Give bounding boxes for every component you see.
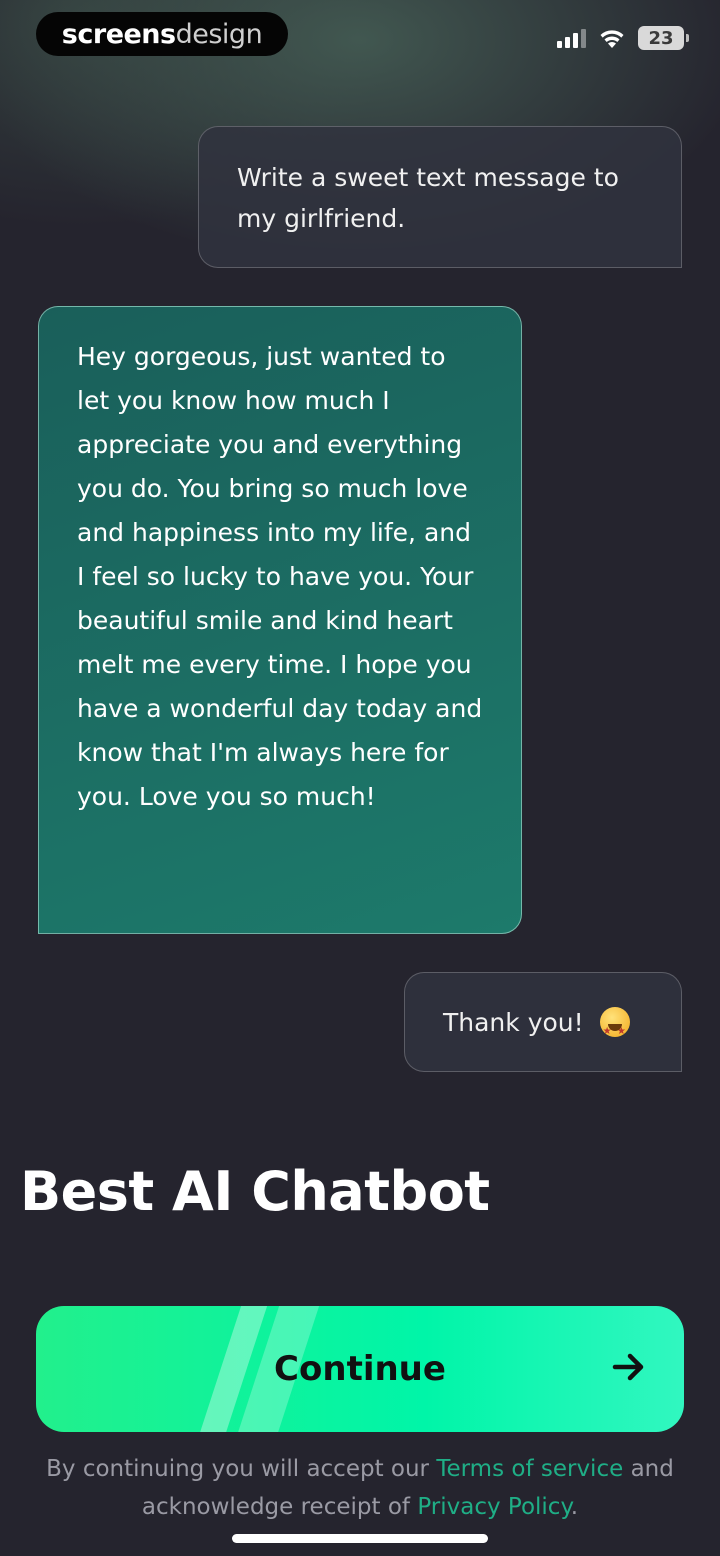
brand-text-screens: screens xyxy=(61,18,176,50)
user-message-text: Write a sweet text message to my girlfri… xyxy=(237,163,619,233)
battery-level: 23 xyxy=(648,27,674,49)
battery-icon: 23 xyxy=(638,26,689,50)
user-message-bubble: Write a sweet text message to my girlfri… xyxy=(198,126,682,268)
legal-notice: By continuing you will accept our Terms … xyxy=(20,1450,700,1526)
legal-suffix: . xyxy=(570,1494,579,1520)
legal-prefix: By continuing you will accept our xyxy=(46,1456,430,1482)
status-bar-icons: 23 xyxy=(557,24,689,52)
ai-reply-text: Hey gorgeous, just wanted to let you kno… xyxy=(77,342,483,811)
arrow-right-icon xyxy=(612,1352,646,1386)
terms-of-service-link[interactable]: Terms of service xyxy=(436,1456,623,1482)
user-thanks-text: Thank you! xyxy=(443,1007,584,1037)
home-indicator[interactable] xyxy=(232,1534,488,1543)
ai-reply-bubble: Hey gorgeous, just wanted to let you kno… xyxy=(38,306,522,934)
brand-watermark: screens design xyxy=(36,12,288,56)
continue-button[interactable]: Continue xyxy=(36,1306,684,1432)
cellular-signal-icon xyxy=(557,28,586,48)
page-title: Best AI Chatbot xyxy=(20,1160,490,1223)
user-thanks-bubble: Thank you! xyxy=(404,972,682,1072)
privacy-policy-link[interactable]: Privacy Policy xyxy=(417,1494,570,1520)
wifi-icon xyxy=(598,27,626,49)
brand-text-design: design xyxy=(175,18,263,50)
continue-button-label: Continue xyxy=(274,1349,446,1389)
star-struck-emoji-icon xyxy=(599,1007,630,1052)
